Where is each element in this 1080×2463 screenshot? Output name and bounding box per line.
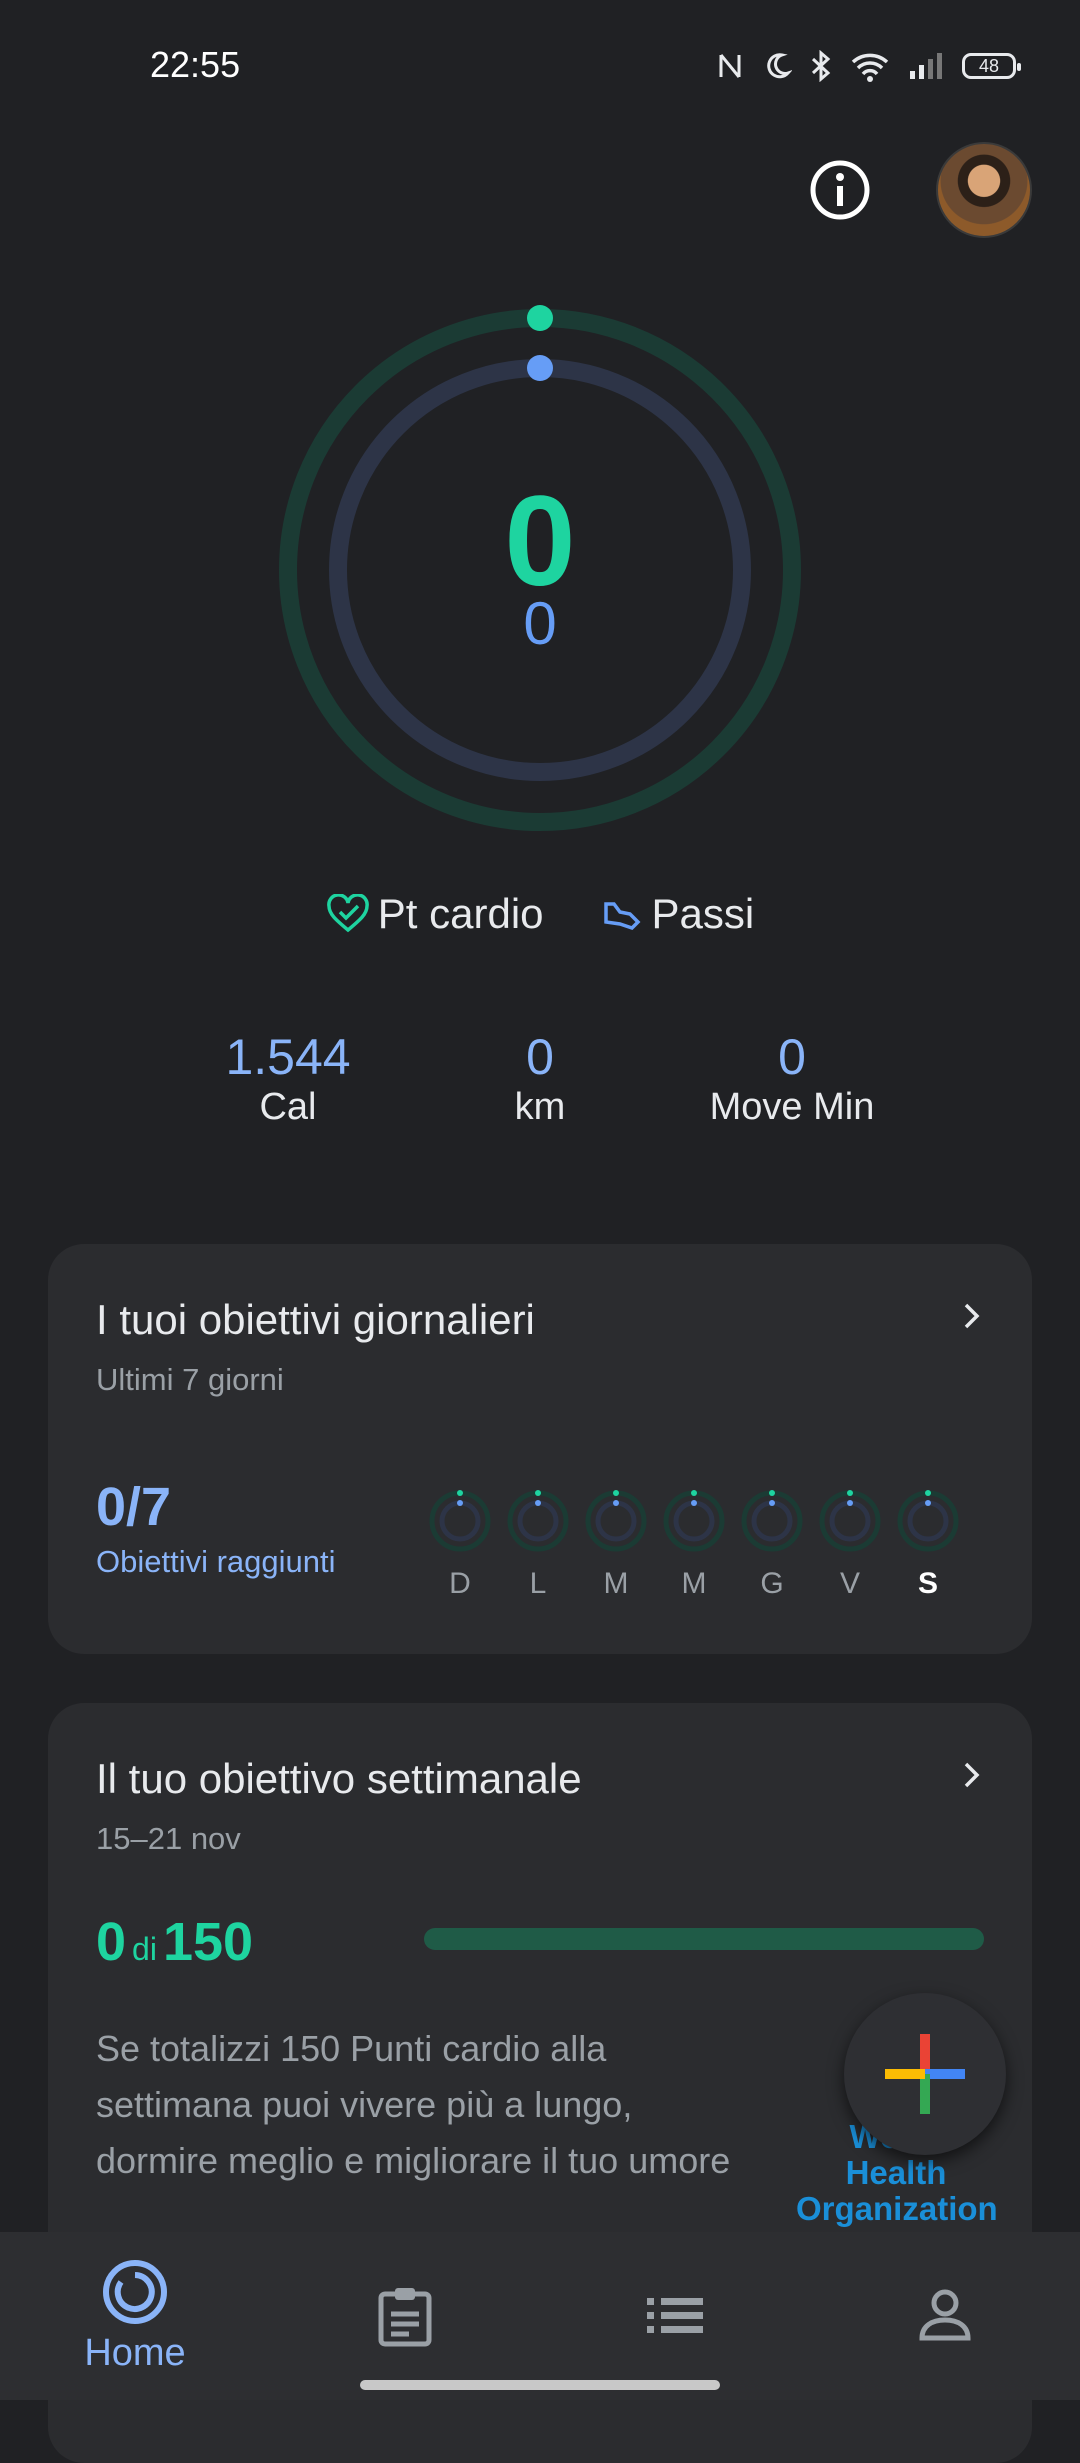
add-activity-fab[interactable] [844,1993,1006,2155]
clipboard-icon [378,2288,432,2347]
metric-move-minutes-value: 0 [778,1029,806,1085]
nav-home-label: Home [84,2332,186,2374]
avatar[interactable] [936,142,1032,238]
nav-journal[interactable] [335,2284,475,2348]
weekday-label: M [681,1567,707,1600]
chevron-right-icon[interactable] [958,1302,986,1330]
weekday-goal: D [428,1489,492,1601]
plus-icon-red [920,2034,930,2074]
legend-steps-label: Passi [651,890,755,937]
legend-cardio-label: Pt cardio [377,890,544,937]
weekday-label: L [529,1567,547,1600]
steps-progress-dot [527,355,553,381]
cardio-points-value: 0 [504,470,576,613]
day-goal-ring [663,1490,725,1552]
info-button[interactable] [808,158,872,222]
weekday-label: G [760,1567,784,1600]
plus-icon-green [920,2074,930,2114]
nav-browse[interactable] [605,2294,745,2338]
heart-icon [326,894,369,933]
weekday-goal: V [818,1489,882,1601]
weekday-label: S [917,1567,938,1600]
do-not-disturb-moon-icon [767,53,792,79]
battery-indicator: 48 [962,53,1021,79]
day-goal-ring [585,1490,647,1552]
nav-home[interactable]: Home [65,2258,205,2375]
chevron-right-icon[interactable] [958,1761,986,1789]
status-icons: 48 [716,50,1021,82]
day-goal-ring [741,1490,803,1552]
daily-goals-subtitle: Ultimi 7 giorni [96,1362,284,1397]
weekly-goal-target: 150 [162,1912,254,1972]
weekly-goal-description: Se totalizzi 150 Punti cardio alla setti… [96,2028,731,2181]
plus-icon-yellow [885,2069,925,2079]
legend-steps: Passi [600,890,755,938]
day-goal-ring [897,1490,959,1552]
weekday-label: M [603,1567,629,1600]
status-time: 22:55 [150,44,241,85]
weekday-label: V [839,1567,860,1600]
weekday-goal-rings: DLMMGVS [428,1489,960,1601]
day-goal-ring [429,1490,491,1552]
home-rings-icon [103,2260,167,2324]
metric-move-minutes: 0 Move Min [642,1030,942,1131]
day-goal-ring [507,1490,569,1552]
weekly-goal-of: di [132,1931,157,1967]
rings-legend: Pt cardio Passi [0,890,1080,938]
weekly-goal-progress-text: 0 di 150 [96,1911,253,1973]
metric-move-minutes-label: Move Min [709,1086,875,1128]
bottom-navigation: Home [0,2232,1080,2400]
list-icon [647,2298,703,2333]
goals-achieved-label: Obiettivi raggiunti [96,1544,336,1579]
person-icon [919,2289,971,2341]
weekday-goal: S [896,1489,960,1601]
weekly-goal-current: 0 [96,1912,127,1972]
weekly-goal-subtitle: 15–21 nov [96,1821,241,1856]
weekday-goal: M [662,1489,726,1601]
weekday-goal: G [740,1489,804,1601]
day-goal-ring [819,1490,881,1552]
plus-icon-blue [925,2069,965,2079]
weekday-label: D [449,1567,471,1600]
wifi-icon [851,53,889,82]
daily-goals-title: I tuoi obiettivi giornalieri [96,1296,535,1343]
weekday-goal: M [584,1489,648,1601]
footsteps-icon [603,902,640,931]
legend-cardio: Pt cardio [326,890,544,938]
nfc-icon [719,54,741,78]
bluetooth-icon [811,50,831,82]
cardio-progress-dot [527,305,553,331]
goals-achieved-count: 0/7 [96,1477,172,1537]
gesture-home-indicator[interactable] [360,2380,720,2390]
weekly-goal-title: Il tuo obiettivo settimanale [96,1755,582,1802]
daily-goals-card[interactable]: I tuoi obiettivi giornalieri Ultimi 7 gi… [48,1244,1032,1654]
signal-icon [910,53,942,79]
weekly-goal-progress-bar [424,1928,984,1950]
nav-profile[interactable] [875,2286,1015,2342]
weekday-goal: L [506,1489,570,1601]
steps-value: 0 [523,590,557,657]
